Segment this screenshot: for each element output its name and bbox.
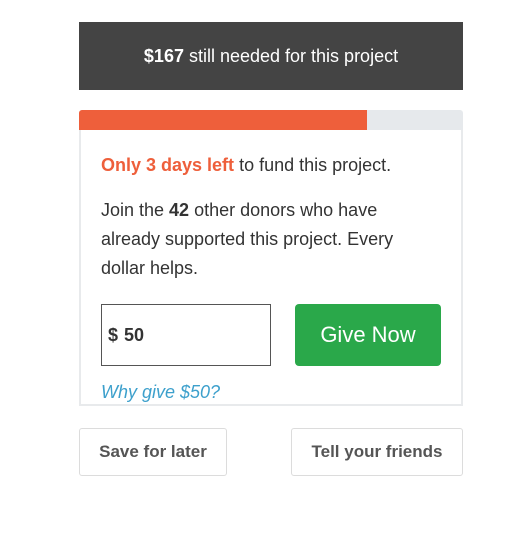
donation-widget: $167 still needed for this project Only …	[79, 22, 463, 476]
donation-amount-value: 50	[124, 324, 145, 345]
currency-symbol: $	[108, 324, 119, 345]
why-give-link[interactable]: Why give $50?	[101, 382, 220, 403]
secondary-actions: Save for later Tell your friends	[79, 428, 463, 476]
needed-text: still needed for this project	[188, 45, 399, 66]
donation-card: Only 3 days left to fund this project. J…	[79, 130, 463, 406]
deadline-rest: to fund this project.	[234, 155, 392, 175]
donation-amount-input[interactable]: $ 50	[101, 304, 271, 366]
funding-progress-bar	[79, 110, 463, 130]
tell-friends-button[interactable]: Tell your friends	[291, 428, 463, 476]
save-for-later-button[interactable]: Save for later	[79, 428, 227, 476]
deadline-message: Only 3 days left to fund this project.	[101, 152, 441, 178]
days-left-highlight: Only 3 days left	[101, 155, 235, 175]
funding-progress-fill	[79, 110, 367, 130]
funding-needed-banner: $167 still needed for this project	[79, 22, 463, 90]
give-now-button[interactable]: Give Now	[295, 304, 441, 366]
needed-amount: $167	[143, 45, 184, 66]
give-row: $ 50 Give Now	[101, 304, 441, 366]
donors-count: 42	[169, 200, 190, 220]
donors-prefix: Join the	[101, 200, 170, 220]
donors-message: Join the 42 other donors who have alread…	[101, 196, 441, 283]
